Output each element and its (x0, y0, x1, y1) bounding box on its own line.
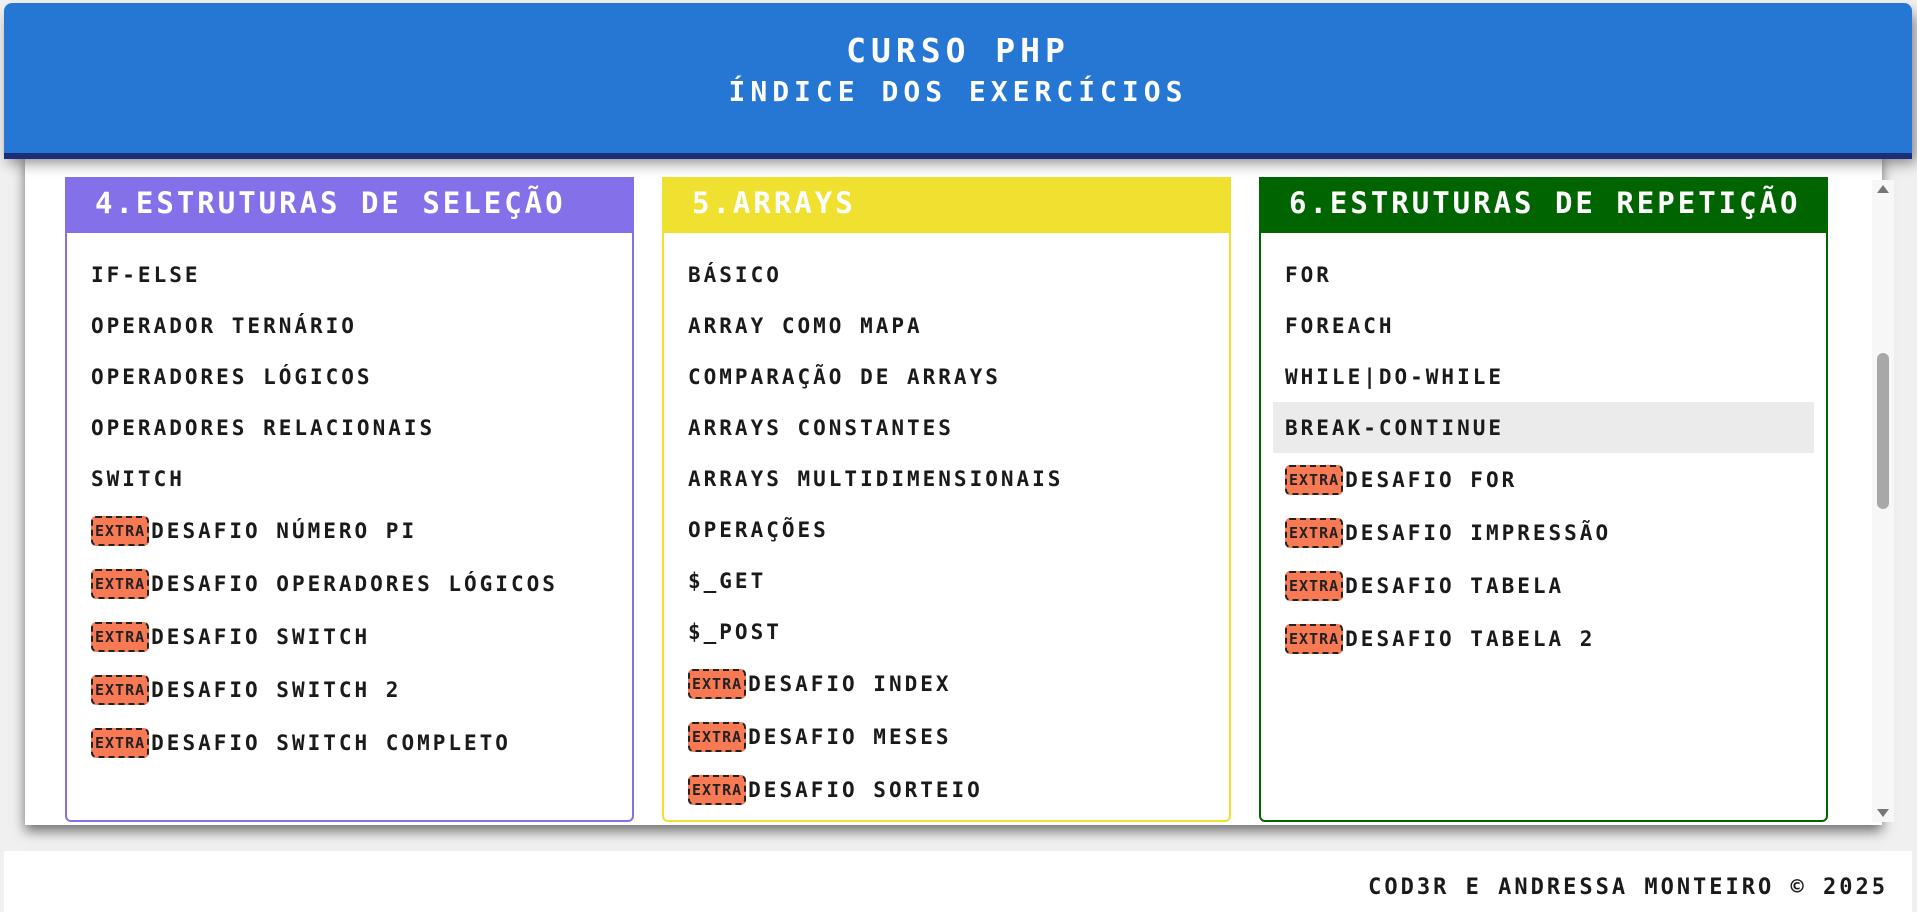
exercise-label: BÁSICO (688, 262, 782, 287)
exercise-label: IF-ELSE (91, 262, 201, 287)
exercise-link-desafio-tabela-2[interactable]: EXTRA DESAFIO TABELA 2 (1273, 612, 1814, 665)
extra-badge: EXTRA (91, 515, 150, 546)
exercise-label: DESAFIO IMPRESSÃO (1345, 520, 1612, 545)
exercise-label: OPERADOR TERNÁRIO (91, 313, 357, 338)
exercise-label: COMPARAÇÃO DE ARRAYS (688, 364, 1001, 389)
exercise-link-arrays-multidimensionais[interactable]: ARRAYS MULTIDIMENSIONAIS (676, 453, 1217, 504)
exercise-link-desafio-operadores-logicos[interactable]: EXTRA DESAFIO OPERADORES LÓGICOS (79, 557, 620, 610)
page-header: CURSO PHP ÍNDICE DOS EXERCÍCIOS (4, 3, 1912, 153)
exercise-index-scroll-area[interactable]: 4.ESTRUTURAS DE SELEÇÃO IF-ELSE OPERADOR… (25, 153, 1882, 825)
exercise-label: DESAFIO TABELA (1345, 573, 1565, 598)
extra-badge: EXTRA (1285, 517, 1344, 548)
exercise-label: $_POST (688, 619, 782, 644)
exercise-link-array-como-mapa[interactable]: ARRAY COMO MAPA (676, 300, 1217, 351)
exercise-link-desafio-meses[interactable]: EXTRA DESAFIO MESES (676, 710, 1217, 763)
exercise-link-while-do-while[interactable]: WHILE|DO-WHILE (1273, 351, 1814, 402)
exercise-label: DESAFIO OPERADORES LÓGICOS (151, 571, 558, 596)
extra-badge: EXTRA (1285, 464, 1344, 495)
exercise-link-desafio-switch-completo[interactable]: EXTRA DESAFIO SWITCH COMPLETO (79, 716, 620, 769)
extra-badge: EXTRA (91, 568, 150, 599)
card-title: 5.ARRAYS (664, 179, 1229, 233)
exercise-label: DESAFIO TABELA 2 (1345, 626, 1596, 651)
card-estruturas-de-repeticao: 6.ESTRUTURAS DE REPETIÇÃO FOR FOREACH WH… (1259, 177, 1828, 822)
exercise-label: SWITCH (91, 466, 185, 491)
exercise-label: DESAFIO SWITCH 2 (151, 677, 402, 702)
exercise-link-operadores-relacionais[interactable]: OPERADORES RELACIONAIS (79, 402, 620, 453)
card-arrays: 5.ARRAYS BÁSICO ARRAY COMO MAPA COMPARAÇ… (662, 177, 1231, 822)
exercise-label: OPERAÇÕES (688, 517, 829, 542)
exercise-link-basico[interactable]: BÁSICO (676, 249, 1217, 300)
exercise-link-foreach[interactable]: FOREACH (1273, 300, 1814, 351)
exercise-label: DESAFIO SORTEIO (748, 777, 983, 802)
footer-credit: COD3R E ANDRESSA MONTEIRO © 2025 (1368, 875, 1888, 900)
exercise-link-desafio-tabela[interactable]: EXTRA DESAFIO TABELA (1273, 559, 1814, 612)
exercise-link-comparacao-de-arrays[interactable]: COMPARAÇÃO DE ARRAYS (676, 351, 1217, 402)
extra-badge: EXTRA (688, 721, 747, 752)
exercise-link-if-else[interactable]: IF-ELSE (79, 249, 620, 300)
exercise-label: $_GET (688, 568, 767, 593)
exercise-label: ARRAYS MULTIDIMENSIONAIS (688, 466, 1064, 491)
exercise-label: DESAFIO INDEX (748, 671, 952, 696)
exercise-link-switch[interactable]: SWITCH (79, 453, 620, 504)
extra-badge: EXTRA (688, 774, 747, 805)
exercise-label: FOREACH (1285, 313, 1395, 338)
exercise-label: FOR (1285, 262, 1332, 287)
exercise-link-desafio-sorteio[interactable]: EXTRA DESAFIO SORTEIO (676, 763, 1217, 816)
extra-badge: EXTRA (91, 674, 150, 705)
exercise-label: ARRAYS CONSTANTES (688, 415, 954, 440)
exercise-label: DESAFIO SWITCH (151, 624, 371, 649)
exercise-link-desafio-for[interactable]: EXTRA DESAFIO FOR (1273, 453, 1814, 506)
exercise-link-operacoes[interactable]: OPERAÇÕES (676, 504, 1217, 555)
extra-badge: EXTRA (1285, 623, 1344, 654)
exercise-link-desafio-impressao[interactable]: EXTRA DESAFIO IMPRESSÃO (1273, 506, 1814, 559)
card-estruturas-de-selecao: 4.ESTRUTURAS DE SELEÇÃO IF-ELSE OPERADOR… (65, 177, 634, 822)
card-title: 4.ESTRUTURAS DE SELEÇÃO (67, 179, 632, 233)
extra-badge: EXTRA (91, 727, 150, 758)
exercise-label: OPERADORES RELACIONAIS (91, 415, 436, 440)
extra-badge: EXTRA (91, 621, 150, 652)
exercise-label: DESAFIO SWITCH COMPLETO (151, 730, 511, 755)
extra-badge: EXTRA (1285, 570, 1344, 601)
exercise-label: BREAK-CONTINUE (1285, 415, 1505, 440)
exercise-link-desafio-switch-2[interactable]: EXTRA DESAFIO SWITCH 2 (79, 663, 620, 716)
scrollbar-thumb[interactable] (1877, 353, 1889, 509)
exercise-link-desafio-numero-pi[interactable]: EXTRA DESAFIO NÚMERO PI (79, 504, 620, 557)
page-subtitle: ÍNDICE DOS EXERCÍCIOS (728, 75, 1188, 108)
card-title: 6.ESTRUTURAS DE REPETIÇÃO (1261, 179, 1826, 233)
page-footer: COD3R E ANDRESSA MONTEIRO © 2025 (4, 851, 1912, 912)
exercise-link-break-continue[interactable]: BREAK-CONTINUE (1273, 402, 1814, 453)
exercise-link-get[interactable]: $_GET (676, 555, 1217, 606)
exercise-link-post[interactable]: $_POST (676, 606, 1217, 657)
exercise-link-for[interactable]: FOR (1273, 249, 1814, 300)
exercise-label: DESAFIO FOR (1345, 467, 1518, 492)
extra-badge: EXTRA (688, 668, 747, 699)
exercise-link-desafio-switch[interactable]: EXTRA DESAFIO SWITCH (79, 610, 620, 663)
exercise-label: DESAFIO MESES (748, 724, 952, 749)
exercise-link-operador-ternario[interactable]: OPERADOR TERNÁRIO (79, 300, 620, 351)
vertical-scrollbar[interactable] (1872, 180, 1894, 822)
exercise-link-arrays-constantes[interactable]: ARRAYS CONSTANTES (676, 402, 1217, 453)
exercise-label: OPERADORES LÓGICOS (91, 364, 373, 389)
exercise-label: DESAFIO NÚMERO PI (151, 518, 418, 543)
exercise-label: WHILE|DO-WHILE (1285, 364, 1505, 389)
scroll-up-arrow-icon[interactable] (1877, 185, 1889, 193)
exercise-label: ARRAY COMO MAPA (688, 313, 923, 338)
scroll-down-arrow-icon[interactable] (1877, 809, 1889, 817)
exercise-link-desafio-index[interactable]: EXTRA DESAFIO INDEX (676, 657, 1217, 710)
exercise-link-operadores-logicos[interactable]: OPERADORES LÓGICOS (79, 351, 620, 402)
page-title: CURSO PHP (846, 31, 1070, 70)
